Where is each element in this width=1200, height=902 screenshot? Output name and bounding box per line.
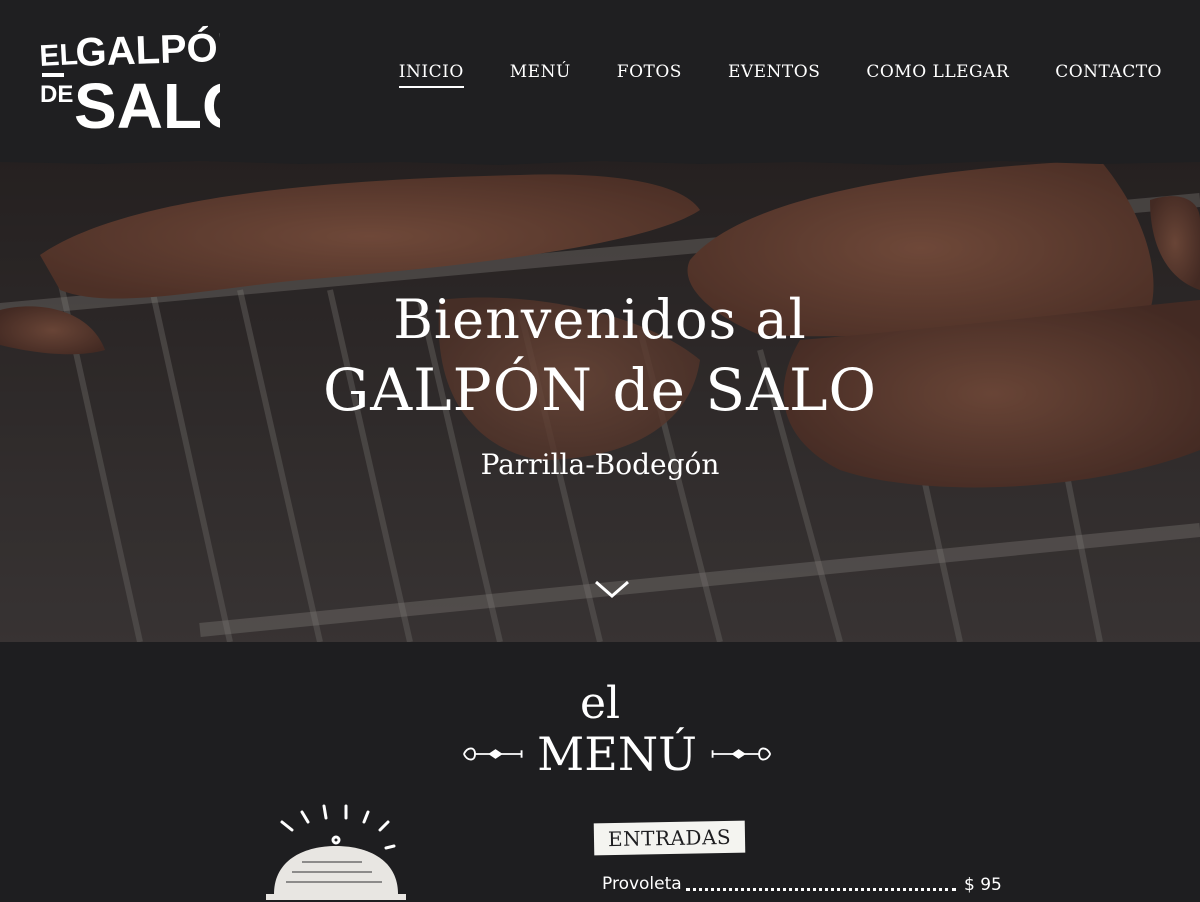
menu-item-name: Provoleta [602, 874, 682, 894]
site-logo[interactable]: EL GALPÓN DE SALO [40, 18, 220, 138]
svg-text:DE: DE [40, 81, 73, 108]
menu-section-prefix: el [579, 678, 621, 729]
menu-category-tag: ENTRADAS [593, 820, 746, 856]
menu-section-title: MENÚ [537, 727, 697, 781]
nav-item-como-llegar[interactable]: COMO LLEGAR [866, 62, 1009, 88]
menu-section-heading: MENÚ [462, 724, 772, 784]
svg-text:SALO: SALO [74, 70, 220, 138]
hero-subtitle: Parrilla-Bodegón [480, 448, 720, 481]
nav-item-eventos[interactable]: EVENTOS [728, 62, 820, 88]
svg-text:GALPÓN: GALPÓN [75, 23, 220, 75]
site-header: EL GALPÓN DE SALO INICIO MENÚ FOTOS EVEN… [0, 0, 1200, 160]
chevron-down-icon[interactable] [592, 578, 632, 602]
hero-title-line1: Bienvenidos al [393, 288, 807, 351]
nav-item-menu[interactable]: MENÚ [510, 62, 571, 88]
cloche-icon [266, 804, 406, 900]
svg-text:EL: EL [40, 38, 79, 73]
menu-item-price: $ 95 [964, 875, 1002, 895]
hero-title-line2: GALPÓN de SALO [322, 356, 878, 424]
left-flourish-icon [463, 747, 523, 761]
torn-edge-divider [0, 160, 1200, 165]
menu-section: el MENÚ ENTRADAS Provoleta $ 95 [0, 642, 1200, 900]
nav-item-inicio[interactable]: INICIO [398, 62, 464, 88]
menu-list-item: Provoleta $ 95 [602, 874, 1002, 898]
nav-item-contacto[interactable]: CONTACTO [1055, 62, 1162, 88]
menu-item-leader [686, 884, 956, 891]
right-flourish-icon [711, 747, 771, 761]
hero-banner: Bienvenidos al GALPÓN de SALO Parrilla-B… [0, 160, 1200, 642]
nav-item-fotos[interactable]: FOTOS [617, 62, 682, 88]
main-nav: INICIO MENÚ FOTOS EVENTOS COMO LLEGAR CO… [353, 62, 1162, 88]
